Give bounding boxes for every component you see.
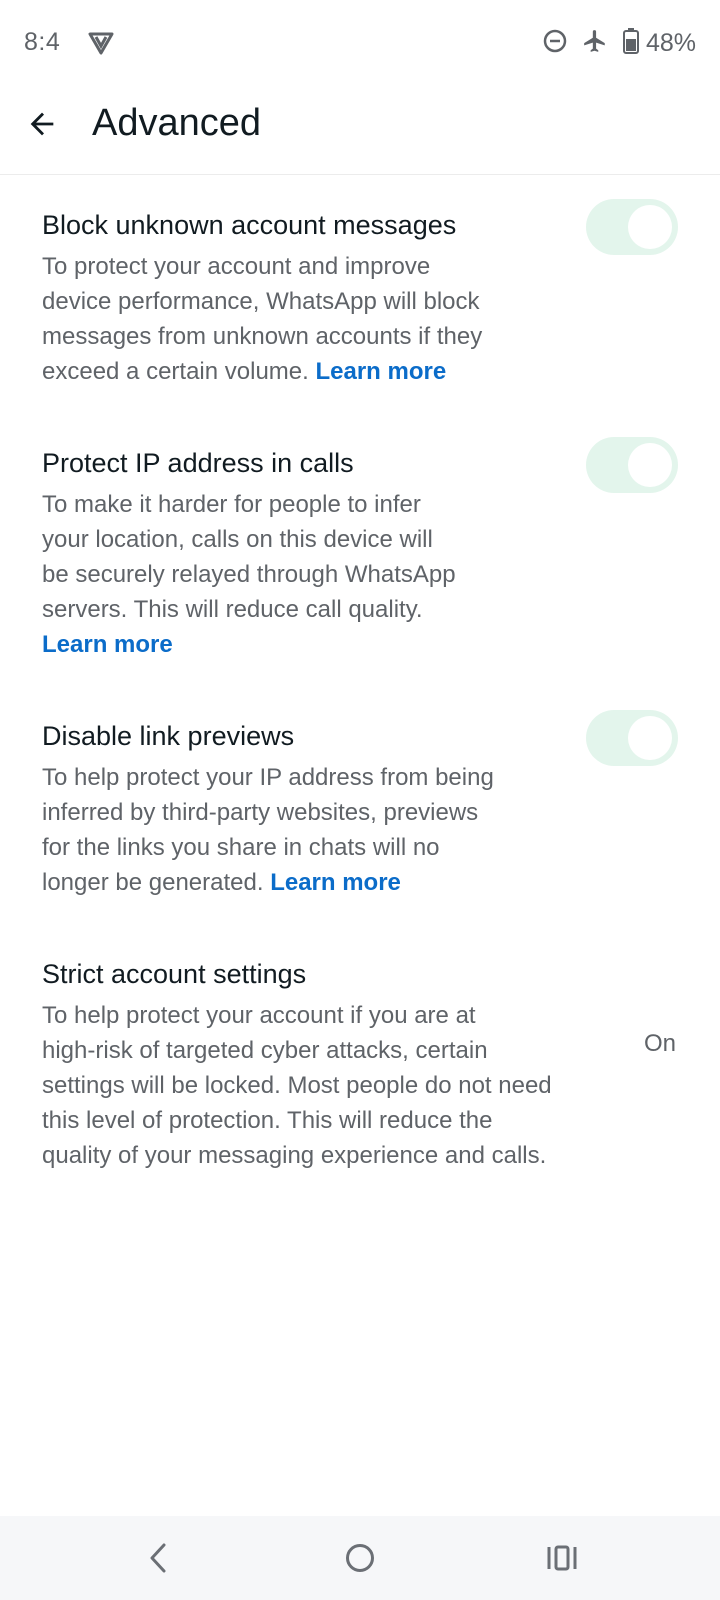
vpn-icon <box>88 30 114 56</box>
description-line: high-risk of targeted cyber attacks, cer… <box>42 1037 488 1064</box>
description-line: settings will be locked. Most people do … <box>42 1072 552 1099</box>
settings-list: Block unknown account messages To protec… <box>0 175 720 1197</box>
block-unknown-messages-toggle[interactable] <box>586 199 678 255</box>
app-bar: Advanced <box>0 86 720 175</box>
setting-title: Strict account settings <box>42 959 307 989</box>
nav-recents-button[interactable] <box>542 1538 582 1578</box>
setting-strict-account-settings[interactable]: Strict account settings To help protect … <box>0 924 720 1197</box>
airplane-mode-icon <box>582 28 608 59</box>
strict-account-status: On <box>643 1030 676 1057</box>
setting-description: To help protect your account if you are … <box>42 998 720 1173</box>
setting-protect-ip-calls[interactable]: Protect IP address in calls To make it h… <box>0 413 720 686</box>
nav-home-button[interactable] <box>340 1538 380 1578</box>
description-line: Learn more <box>42 627 720 662</box>
nav-back-button[interactable] <box>138 1538 178 1578</box>
description-line: be securely relayed through WhatsApp <box>42 561 456 588</box>
screen: 8:4 48% Advanced Block unknown account m… <box>0 0 720 1600</box>
nav-recents-icon <box>547 1545 577 1571</box>
nav-back-icon <box>150 1543 166 1573</box>
learn-more-link[interactable]: Learn more <box>42 631 173 658</box>
description-line: inferred by third-party websites, previe… <box>42 799 479 826</box>
description-line: To help protect your account if you are … <box>42 1002 476 1029</box>
description-text: exceed a certain volume. <box>42 358 309 385</box>
description-line: quality of your messaging experience and… <box>42 1142 547 1169</box>
battery-icon <box>622 27 640 60</box>
disable-link-previews-toggle[interactable] <box>586 710 678 766</box>
description-text: longer be generated. <box>42 869 264 896</box>
toggle-knob <box>628 716 672 760</box>
toggle-knob <box>628 443 672 487</box>
learn-more-link[interactable]: Learn more <box>270 869 401 896</box>
toggle-knob <box>628 205 672 249</box>
learn-more-link[interactable]: Learn more <box>315 358 446 385</box>
status-bar: 8:4 48% <box>0 0 720 86</box>
status-time: 8:4 <box>24 28 61 56</box>
protect-ip-calls-toggle[interactable] <box>586 437 678 493</box>
description-line: for the links you share in chats will no <box>42 834 440 861</box>
setting-description: To make it harder for people to infer yo… <box>42 487 720 662</box>
description-line: servers. This will reduce call quality. <box>42 596 423 623</box>
arrow-left-icon <box>30 112 54 136</box>
setting-block-unknown-messages[interactable]: Block unknown account messages To protec… <box>0 175 720 413</box>
setting-disable-link-previews[interactable]: Disable link previews To help protect yo… <box>0 686 720 924</box>
description-line: longer be generated. Learn more <box>42 865 720 900</box>
setting-description: To protect your account and improve devi… <box>42 249 720 389</box>
description-line: messages from unknown accounts if they <box>42 323 483 350</box>
setting-description: To help protect your IP address from bei… <box>42 760 720 900</box>
description-line: exceed a certain volume. Learn more <box>42 354 720 389</box>
nav-home-icon <box>346 1544 374 1572</box>
description-line: device performance, WhatsApp will block <box>42 288 480 315</box>
description-line: your location, calls on this device will <box>42 526 433 553</box>
back-button[interactable] <box>22 104 62 144</box>
do-not-disturb-icon <box>542 28 568 59</box>
page-title: Advanced <box>92 102 262 144</box>
navigation-bar <box>0 1516 720 1600</box>
status-icons: 48% <box>542 26 696 60</box>
description-line: this level of protection. This will redu… <box>42 1107 493 1134</box>
battery-percent: 48% <box>645 28 696 57</box>
